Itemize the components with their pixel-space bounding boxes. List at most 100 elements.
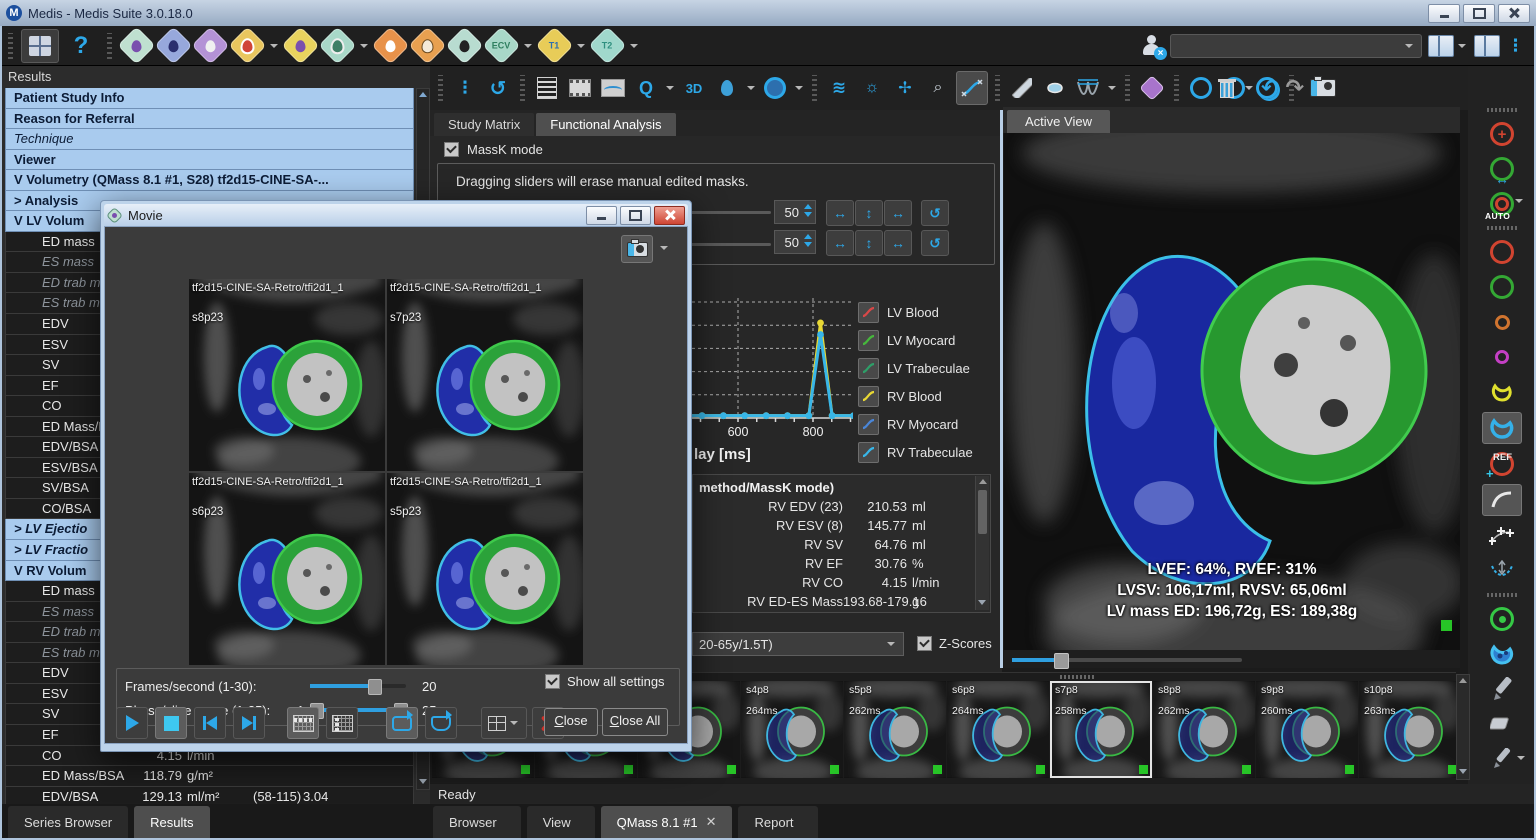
auto-contour-button[interactable]: AUTO bbox=[1483, 189, 1521, 219]
movie-panel[interactable]: tf2d15-CINE-SA-Retro/tfi2d1_1 s7p23 bbox=[387, 279, 583, 471]
legend-item[interactable]: LV Blood bbox=[858, 302, 973, 323]
sphere-tool-button[interactable] bbox=[760, 72, 790, 104]
grid-cols-button[interactable] bbox=[326, 707, 358, 739]
last-frame-button[interactable] bbox=[233, 707, 265, 739]
fit-all-button[interactable]: ↔ bbox=[884, 230, 912, 256]
add-contour-button[interactable]: + bbox=[1483, 119, 1521, 149]
toolbar-grip[interactable] bbox=[1487, 108, 1517, 112]
legend-item[interactable]: LV Myocard bbox=[858, 330, 973, 351]
stop-button[interactable] bbox=[155, 707, 187, 739]
thumbnail-scrollbar[interactable] bbox=[1456, 674, 1470, 780]
threshold-spin-1[interactable]: 50 bbox=[774, 200, 816, 224]
legend-item[interactable]: RV Myocard bbox=[858, 414, 973, 435]
report-button[interactable] bbox=[532, 72, 562, 104]
snapshot-camera-icon[interactable] bbox=[1310, 79, 1336, 97]
toolbar-grip[interactable] bbox=[1125, 75, 1130, 101]
undo-icon[interactable]: ↶ bbox=[1261, 75, 1279, 101]
movie-dialog-titlebar[interactable]: Movie bbox=[104, 204, 688, 226]
bounce-button[interactable] bbox=[425, 707, 457, 739]
app-icon-qmass[interactable] bbox=[117, 26, 155, 64]
layout-select-button[interactable] bbox=[481, 707, 527, 739]
scroll-up-icon[interactable] bbox=[979, 479, 987, 484]
point-spline-button[interactable] bbox=[1483, 521, 1521, 551]
window-minimize-button[interactable] bbox=[1428, 4, 1460, 23]
fps-slider[interactable] bbox=[310, 684, 406, 688]
dropdown-icon[interactable] bbox=[577, 44, 585, 48]
values-scrollbar[interactable] bbox=[975, 476, 989, 610]
toolbar-grip[interactable] bbox=[812, 75, 817, 101]
grid-rows-button[interactable] bbox=[287, 707, 319, 739]
dropdown-icon[interactable] bbox=[1517, 756, 1525, 760]
3d-view-button[interactable]: 3D bbox=[679, 72, 709, 104]
window-level-button[interactable]: ☼ bbox=[857, 72, 887, 104]
results-row[interactable]: Technique bbox=[5, 129, 414, 150]
thumbnail[interactable]: s8p8 262ms bbox=[1153, 681, 1255, 778]
legend-item[interactable]: RV Blood bbox=[858, 386, 973, 407]
zoom-button[interactable]: ⌕ bbox=[923, 72, 953, 104]
app-icon-report[interactable] bbox=[408, 26, 446, 64]
thumbnail[interactable]: s5p8 262ms bbox=[844, 681, 946, 778]
pane-splitter[interactable] bbox=[1000, 110, 1003, 668]
movie-panel[interactable]: tf2d15-CINE-SA-Retro/tfi2d1_1 s5p23 bbox=[387, 473, 583, 665]
slice-stack-button[interactable]: ≋ bbox=[824, 72, 854, 104]
dropdown-icon[interactable] bbox=[666, 86, 674, 90]
ruler-button[interactable] bbox=[1007, 72, 1037, 104]
tab-study-matrix[interactable]: Study Matrix bbox=[434, 113, 534, 136]
reference-contour-button[interactable]: REF+ bbox=[1483, 449, 1521, 479]
reset-threshold-button-1[interactable]: ↺ bbox=[921, 200, 949, 226]
dropdown-icon[interactable] bbox=[747, 86, 755, 90]
dialog-close-button[interactable] bbox=[654, 206, 685, 225]
results-row[interactable]: Patient Study Info bbox=[5, 88, 414, 109]
fit-height-button[interactable]: ↕ bbox=[855, 200, 883, 226]
user-logout-icon[interactable]: × bbox=[1140, 34, 1164, 58]
ra-contour-button[interactable] bbox=[1483, 342, 1521, 372]
session-tab[interactable]: View bbox=[527, 806, 595, 838]
search-combobox[interactable] bbox=[1170, 34, 1422, 58]
overflow-dots-icon[interactable]: ⋮ bbox=[450, 72, 480, 104]
movie-panel[interactable]: tf2d15-CINE-SA-Retro/tfi2d1_1 s6p23 bbox=[189, 473, 385, 665]
zscores-checkbox[interactable] bbox=[917, 636, 932, 651]
close-all-button[interactable]: Close All bbox=[602, 708, 668, 736]
nudge-tool-button[interactable] bbox=[1483, 556, 1521, 586]
edit-curve-button[interactable] bbox=[956, 71, 988, 105]
reset-view-button[interactable]: ↺ bbox=[483, 72, 513, 104]
loop-button[interactable] bbox=[386, 707, 418, 739]
toolbar-grip[interactable] bbox=[520, 75, 525, 101]
toolbar-grip[interactable] bbox=[8, 33, 13, 59]
dropdown-icon[interactable] bbox=[1245, 86, 1253, 90]
signal-button[interactable] bbox=[598, 72, 628, 104]
legend-curve-button[interactable] bbox=[858, 330, 879, 351]
legend-curve-button[interactable] bbox=[858, 302, 879, 323]
rv-epi-button[interactable] bbox=[1482, 412, 1522, 444]
strain-app-button[interactable] bbox=[1137, 72, 1167, 104]
app-icon-pill[interactable] bbox=[228, 26, 266, 64]
session-tab[interactable]: Browser bbox=[433, 806, 521, 838]
lv-epi-button[interactable] bbox=[1483, 272, 1521, 302]
slider-handle[interactable] bbox=[368, 679, 382, 695]
fit-width-button[interactable]: ↔ bbox=[826, 230, 854, 256]
brush-alt-tool-button[interactable] bbox=[1483, 744, 1521, 774]
legend-curve-button[interactable] bbox=[858, 358, 879, 379]
thumbnail[interactable]: s6p8 264ms bbox=[947, 681, 1049, 778]
movie-snapshot-button[interactable] bbox=[621, 235, 653, 263]
dropdown-icon[interactable] bbox=[524, 44, 532, 48]
toolbar-grip[interactable] bbox=[1487, 226, 1517, 230]
droplet-tool-button[interactable] bbox=[712, 72, 742, 104]
scroll-down-icon[interactable] bbox=[978, 600, 986, 605]
legend-curve-button[interactable] bbox=[858, 442, 879, 463]
tab-series-browser[interactable]: Series Browser bbox=[8, 806, 128, 838]
rv-mask-tool-button[interactable] bbox=[1483, 639, 1521, 669]
close-button[interactable]: Close bbox=[544, 708, 598, 736]
dialog-restore-button[interactable] bbox=[620, 206, 651, 225]
app-icon-qflow[interactable] bbox=[154, 26, 192, 64]
tab-active-view[interactable]: Active View bbox=[1007, 110, 1110, 133]
overflow-menu-icon[interactable]: ⋮ bbox=[1507, 36, 1524, 56]
tab-results[interactable]: Results bbox=[134, 806, 209, 838]
threshold-spin-2[interactable]: 50 bbox=[774, 230, 816, 254]
results-row[interactable]: ED Mass/BSA 118.79 g/m² bbox=[5, 766, 414, 787]
movie-panel[interactable]: tf2d15-CINE-SA-Retro/tfi2d1_1 s8p23 bbox=[189, 279, 385, 471]
pan-button[interactable]: ✢ bbox=[890, 72, 920, 104]
app-icon-qstrain[interactable] bbox=[371, 26, 409, 64]
scroll-up-icon[interactable] bbox=[419, 92, 427, 97]
thumbnail[interactable]: s4p8 264ms bbox=[741, 681, 843, 778]
